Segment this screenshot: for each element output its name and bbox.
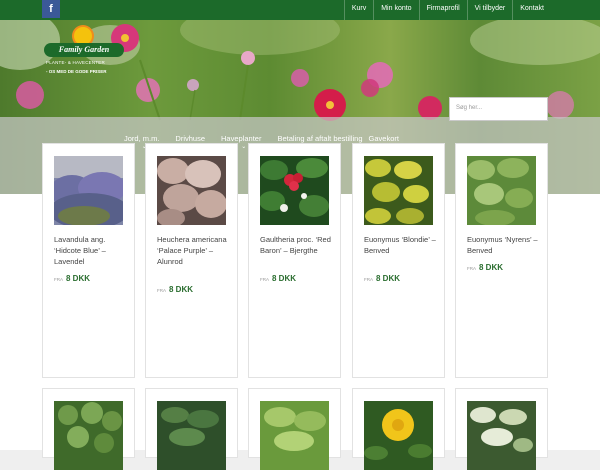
search-input[interactable]: Søg her... [449,97,548,121]
facebook-icon[interactable]: f [42,0,60,18]
price-value: 8 DKK [169,285,194,294]
price-prefix: FRA [467,266,476,271]
product-image[interactable] [157,401,226,470]
product-card[interactable]: Heuchera americana ‘Palace Purple’ – Alu… [145,143,238,378]
product-image-euonymus-nyrens[interactable] [467,156,536,225]
product-price: FRA 8 DKK [467,263,503,272]
product-card[interactable]: Euonymus ‘Nyrens’ – Benved FRA 8 DKK [455,143,548,378]
price-prefix: FRA [364,277,373,282]
product-price: FRA 8 DKK [54,274,90,283]
product-image[interactable] [54,401,123,470]
product-price: FRA 8 DKK [364,274,400,283]
product-image-heuchera[interactable] [157,156,226,225]
product-image-lavender[interactable] [54,156,123,225]
nav-label: Betaling af aftalt bestilling [277,134,363,143]
price-prefix: FRA [157,288,166,293]
topnav-contact[interactable]: Kontakt [512,0,551,20]
product-image[interactable] [467,401,536,470]
nav-label: Jord, m.m. [124,134,160,143]
product-card[interactable] [145,388,238,470]
logo-subtitle: PLANTE- & HAVECENTER [46,60,105,65]
product-card[interactable] [248,388,341,470]
product-name[interactable]: Heuchera americana ‘Palace Purple’ – Alu… [157,234,233,267]
logo-title: Family Garden [44,43,124,57]
product-name[interactable]: Euonymus ‘Nyrens’ – Benved [467,234,543,256]
product-name[interactable]: Euonymus ‘Blondie’ – Benved [364,234,440,256]
price-prefix: FRA [54,277,63,282]
product-card[interactable] [352,388,445,470]
top-nav: Kurv Min konto Firmaprofil Vi tilbyder K… [343,0,551,20]
product-image-euonymus-blondie[interactable] [364,156,433,225]
product-image[interactable] [260,401,329,470]
price-value: 8 DKK [66,274,91,283]
top-bar: f Kurv Min konto Firmaprofil Vi tilbyder… [0,0,600,20]
product-price: FRA 8 DKK [157,285,193,294]
topnav-account[interactable]: Min konto [373,0,418,20]
product-image-gaultheria[interactable] [260,156,329,225]
product-price: FRA 8 DKK [260,274,296,283]
site-logo[interactable]: Family Garden PLANTE- & HAVECENTER - OS … [44,27,124,79]
product-card[interactable]: Euonymus ‘Blondie’ – Benved FRA 8 DKK [352,143,445,378]
product-name[interactable]: Gaultheria proc. ‘Red Baron’ – Bjergthe [260,234,336,256]
nav-label: Gavekort [368,134,399,143]
product-card[interactable]: Lavandula ang. ‘Hidcote Blue’ – Lavendel… [42,143,135,378]
price-value: 8 DKK [479,263,504,272]
price-prefix: FRA [260,277,269,282]
topnav-offers[interactable]: Vi tilbyder [466,0,513,20]
topnav-company[interactable]: Firmaprofil [418,0,467,20]
product-name[interactable]: Lavandula ang. ‘Hidcote Blue’ – Lavendel [54,234,130,267]
product-image[interactable] [364,401,433,470]
product-card[interactable] [42,388,135,470]
chevron-down-icon: ⌄ [241,144,247,150]
logo-tagline: - OS MED DE GODE PRISER [46,69,107,74]
product-card[interactable] [455,388,548,470]
nav-label: Drivhuse [175,134,206,143]
nav-label: Haveplanter [221,134,262,143]
topnav-cart[interactable]: Kurv [343,0,373,20]
price-value: 8 DKK [272,274,297,283]
product-card[interactable]: Gaultheria proc. ‘Red Baron’ – Bjergthe … [248,143,341,378]
price-value: 8 DKK [376,274,401,283]
